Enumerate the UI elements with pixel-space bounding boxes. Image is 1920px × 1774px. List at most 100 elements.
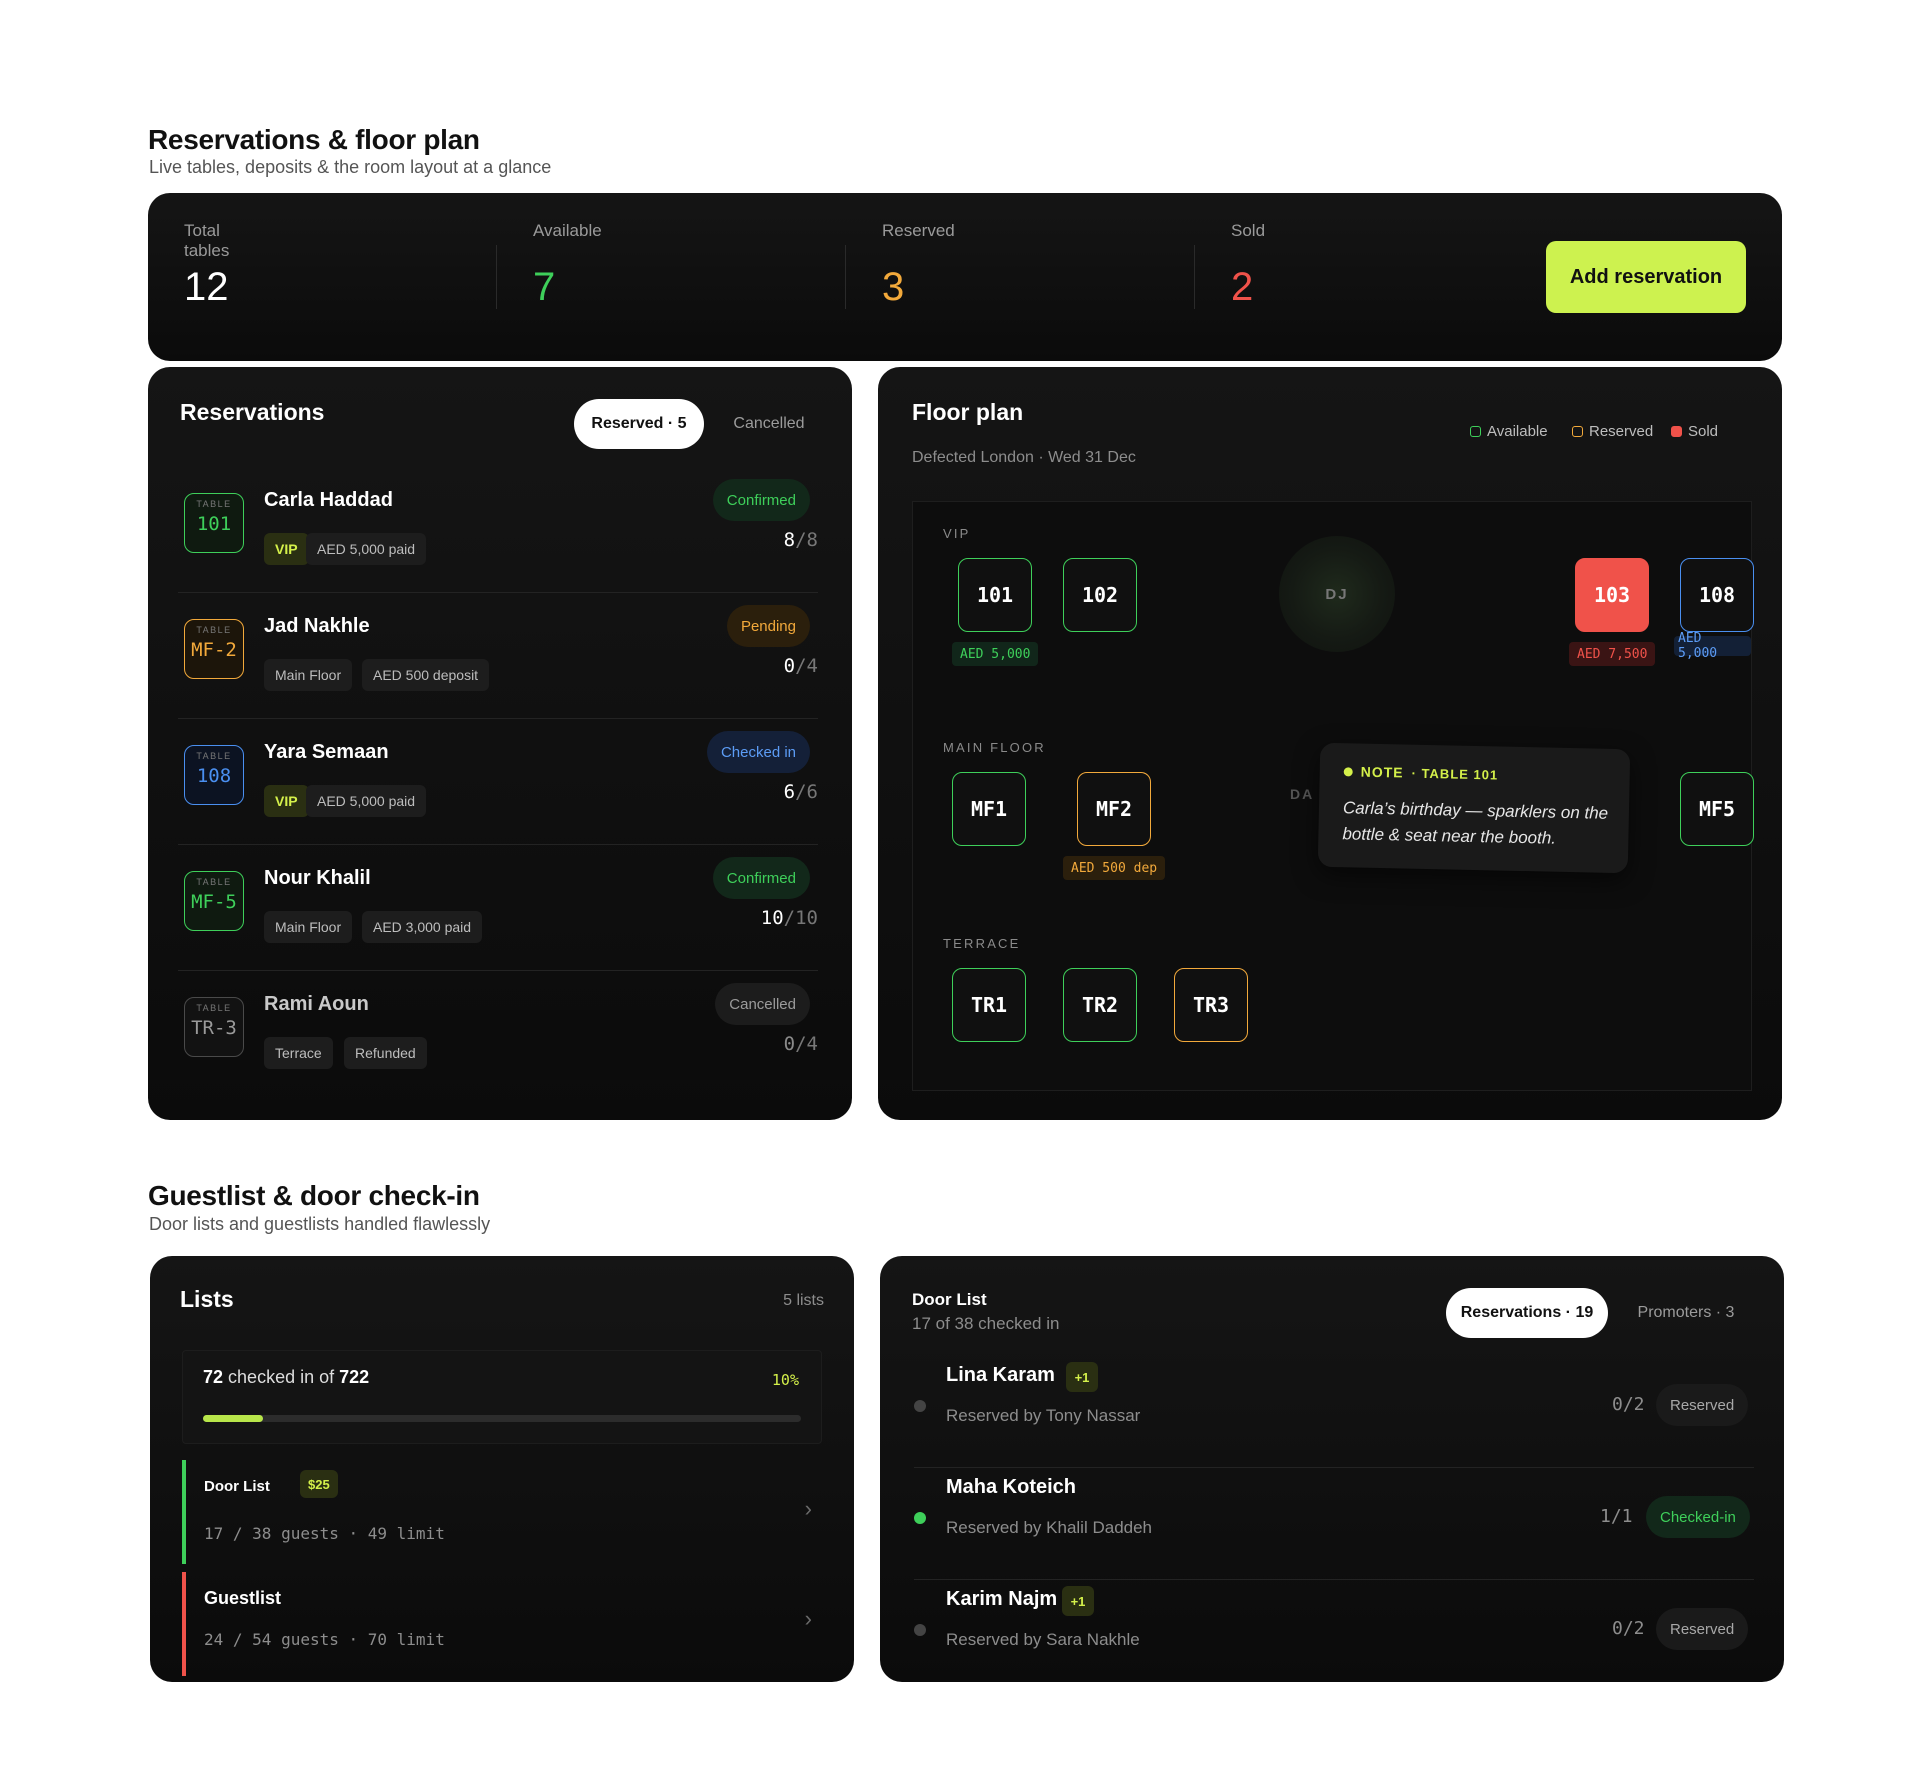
guest-count: 1/1 [1600,1506,1633,1527]
reservation-row[interactable]: TABLE TR-3 Rami Aoun Terrace Refunded Ca… [178,971,818,1097]
vip-chip: VIP [264,533,309,565]
reservations-panel: Reservations Reserved · 5 Cancelled TABL… [148,367,852,1120]
tab-reservations[interactable]: Reservations · 19 [1446,1288,1608,1338]
table-108[interactable]: 108 [1680,558,1754,632]
stat-label: Sold [1231,221,1266,240]
progress-track [203,1415,801,1422]
section-title-reservations: Reservations & floor plan [148,124,480,155]
table-badge: TABLE 101 [184,493,244,553]
table-badge-number: MF-5 [191,891,237,913]
status-badge: Pending [726,605,810,647]
reservation-row[interactable]: TABLE MF-2 Jad Nakhle Main Floor AED 500… [178,593,818,719]
vip-chip: VIP [264,785,309,817]
guest-count: 6/6 [783,781,818,803]
status-dot [914,1400,926,1412]
list-accent-bar [182,1460,186,1564]
reserved-by: Reserved by Khalil Daddeh [946,1518,1153,1537]
table-mf5[interactable]: MF5 [1680,772,1754,846]
floor-plan-canvas: VIP 101 AED 5,000 102 DJ 103 AED 7,500 1… [912,501,1754,1091]
table-102[interactable]: 102 [1063,558,1137,632]
table-tr3[interactable]: TR3 [1174,968,1248,1042]
table-tr1[interactable]: TR1 [952,968,1026,1042]
guest-name: Rami Aoun [264,993,369,1015]
stat-value: 12 [184,265,229,309]
table-badge-number: TR-3 [191,1017,237,1039]
table-badge-label: TABLE [196,751,232,761]
checkin-percent: 10% [771,1371,799,1389]
status-dot [914,1512,926,1524]
plus-one-badge: +1 [1062,1586,1094,1616]
table-103-deposit: AED 7,500 [1569,642,1656,666]
guest-row[interactable]: Karim Najm +1 Reserved by Sara Nakhle 0/… [914,1580,1754,1682]
payment-chip: AED 3,000 paid [362,911,483,943]
reservation-row[interactable]: TABLE 108 Yara Semaan VIP AED 5,000 paid… [178,719,818,845]
stat-divider [496,245,497,309]
add-reservation-button[interactable]: Add reservation [1546,241,1746,313]
table-badge-label: TABLE [196,625,232,635]
status-badge: Reserved [1656,1384,1749,1426]
stat-label: Total tables [184,221,230,260]
list-meta: 24 / 54 guests · 70 limit [204,1630,445,1649]
door-list-title: Door List [912,1290,987,1309]
table-mf2[interactable]: MF2 [1077,772,1151,846]
list-name: Guestlist [204,1588,282,1608]
tab-promoters[interactable]: Promoters · 3 [1616,1288,1756,1338]
note-header: NOTE · TABLE 101 [1343,763,1499,782]
lists-panel: Lists 5 lists 72 checked in of 722 10% D… [150,1256,854,1682]
zone-chip: Terrace [264,1037,333,1069]
stat-value: 3 [882,265,905,309]
table-badge-number: 101 [196,513,232,535]
status-badge: Confirmed [712,479,810,521]
stat-label: Reserved [882,221,955,240]
list-accent-bar [182,1572,186,1676]
obscured-zone-label: DA [1290,786,1315,802]
payment-chip: AED 5,000 paid [306,533,427,565]
legend-reserved: Reserved [1572,423,1653,440]
tab-reserved[interactable]: Reserved · 5 [574,399,704,449]
reserved-by: Reserved by Sara Nakhle [946,1630,1140,1649]
list-item-guestlist[interactable]: Guestlist 24 / 54 guests · 70 limit › [182,1572,822,1676]
reserved-by: Reserved by Tony Nassar [946,1406,1141,1425]
status-badge: Checked-in [1646,1496,1750,1538]
guest-row[interactable]: Lina Karam +1 Reserved by Tony Nassar 0/… [914,1356,1754,1468]
floor-plan-title: Floor plan [912,399,1024,425]
legend-swatch [1572,426,1583,437]
table-mf1[interactable]: MF1 [952,772,1026,846]
zone-chip: Main Floor [264,911,353,943]
legend-available: Available [1470,423,1548,440]
dj-booth: DJ [1279,536,1395,652]
table-101-deposit: AED 5,000 [952,642,1039,666]
table-103[interactable]: 103 [1575,558,1649,632]
section-subtitle-guestlist: Door lists and guestlists handled flawle… [149,1214,491,1234]
payment-chip: AED 5,000 paid [306,785,427,817]
table-badge-label: TABLE [196,1003,232,1013]
reservation-row[interactable]: TABLE 101 Carla Haddad VIP AED 5,000 pai… [178,467,818,593]
guest-name: Jad Nakhle [264,615,370,637]
refund-chip: Refunded [344,1037,427,1069]
plus-one-badge: +1 [1066,1362,1098,1392]
table-badge-number: MF-2 [191,639,237,661]
guest-row[interactable]: Maha Koteich Reserved by Khalil Daddeh 1… [914,1468,1754,1580]
guest-count: 0/4 [783,1033,818,1055]
note-text: Carla’s birthday — sparklers on the bott… [1342,798,1609,848]
section-subtitle-reservations: Live tables, deposits & the room layout … [149,157,552,177]
floor-plan-panel: Floor plan Defected London · Wed 31 Dec … [878,367,1782,1120]
guest-count: 10/10 [760,907,818,929]
stat-value: 2 [1231,265,1254,309]
chevron-right-icon[interactable]: › [805,1606,812,1632]
zone-label-terrace: TERRACE [943,936,1021,951]
guest-name: Maha Koteich [946,1476,1077,1498]
status-badge: Checked in [706,731,810,773]
table-101[interactable]: 101 [958,558,1032,632]
table-mf2-deposit: AED 500 dep [1063,856,1166,880]
list-item-door-list[interactable]: Door List $25 17 / 38 guests · 49 limit … [182,1460,822,1564]
status-badge: Confirmed [712,857,810,899]
guest-count: 0/4 [783,655,818,677]
chevron-right-icon[interactable]: › [805,1496,812,1522]
tab-cancelled[interactable]: Cancelled [714,399,824,449]
guest-name: Karim Najm [946,1588,1058,1610]
table-tr2[interactable]: TR2 [1063,968,1137,1042]
reservation-row[interactable]: TABLE MF-5 Nour Khalil Main Floor AED 3,… [178,845,818,971]
guest-name: Yara Semaan [264,741,389,763]
guest-name: Carla Haddad [264,489,393,511]
